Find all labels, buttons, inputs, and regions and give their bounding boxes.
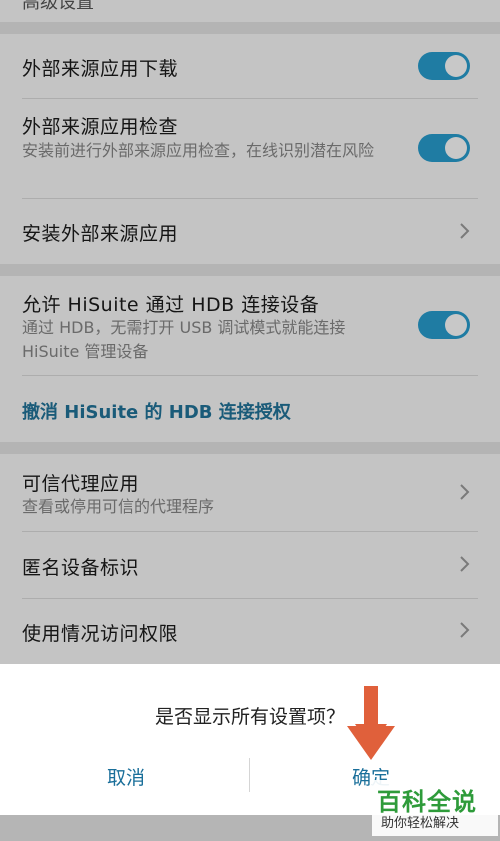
install-external-row[interactable]: 安装外部来源应用 — [0, 199, 500, 264]
section-gap — [0, 22, 500, 34]
external-check-row[interactable]: 外部来源应用检查 安装前进行外部来源应用检查，在线识别潜在风险 — [0, 99, 500, 194]
chevron-right-icon — [460, 622, 470, 638]
hisuite-title: 允许 HiSuite 通过 HDB 连接设备 — [22, 294, 320, 316]
trust-agents-title: 可信代理应用 — [22, 473, 140, 495]
dialog-button-divider — [249, 758, 250, 792]
dialog-title: 是否显示所有设置项？ — [154, 706, 345, 728]
chevron-right-icon — [460, 223, 470, 239]
hisuite-row[interactable]: 允许 HiSuite 通过 HDB 连接设备 通过 HDB，无需打开 USB 调… — [0, 276, 500, 376]
revoke-hdb-link[interactable]: 撤消 HiSuite 的 HDB 连接授权 — [22, 398, 291, 424]
watermark-logo: 百科全说 助你轻松解决 — [372, 780, 498, 836]
trust-agents-row[interactable]: 可信代理应用 查看或停用可信的代理程序 — [0, 454, 500, 530]
usage-access-title: 使用情况访问权限 — [22, 623, 179, 645]
install-external-title: 安装外部来源应用 — [22, 223, 179, 245]
settings-group-hisuite: 允许 HiSuite 通过 HDB 连接设备 通过 HDB，无需打开 USB 调… — [0, 276, 500, 442]
external-check-title: 外部来源应用检查 — [22, 116, 179, 138]
top-partial-label: 高级设置 — [22, 0, 94, 13]
toggle-knob — [445, 137, 467, 159]
toggle-knob — [445, 314, 467, 336]
external-download-title: 外部来源应用下载 — [22, 58, 179, 80]
arrow-down-icon — [347, 686, 395, 760]
hisuite-subtitle: 通过 HDB，无需打开 USB 调试模式就能连接 HiSuite 管理设备 — [22, 318, 346, 361]
hisuite-toggle[interactable] — [418, 311, 470, 339]
section-gap — [0, 442, 500, 454]
external-download-row[interactable]: 外部来源应用下载 — [0, 34, 500, 98]
trust-agents-subtitle: 查看或停用可信的代理程序 — [22, 497, 215, 516]
external-download-toggle[interactable] — [418, 52, 470, 80]
section-gap — [0, 264, 500, 276]
divider — [22, 375, 478, 376]
anon-id-row[interactable]: 匿名设备标识 — [0, 532, 500, 597]
settings-group-security: 可信代理应用 查看或停用可信的代理程序 匿名设备标识 使用情况访问权限 — [0, 454, 500, 664]
watermark-subtitle: 助你轻松解决 — [381, 816, 460, 831]
usage-access-row[interactable]: 使用情况访问权限 — [0, 599, 500, 664]
settings-group-external: 外部来源应用下载 外部来源应用检查 安装前进行外部来源应用检查，在线识别潜在风险… — [0, 34, 500, 264]
cancel-button[interactable]: 取消 — [107, 763, 145, 790]
external-check-subtitle: 安装前进行外部来源应用检查，在线识别潜在风险 — [22, 141, 375, 160]
chevron-right-icon — [460, 556, 470, 572]
chevron-right-icon — [460, 484, 470, 500]
external-check-toggle[interactable] — [418, 134, 470, 162]
top-section-partial: 高级设置 — [0, 0, 500, 22]
anon-id-title: 匿名设备标识 — [22, 557, 140, 579]
toggle-knob — [445, 55, 467, 77]
